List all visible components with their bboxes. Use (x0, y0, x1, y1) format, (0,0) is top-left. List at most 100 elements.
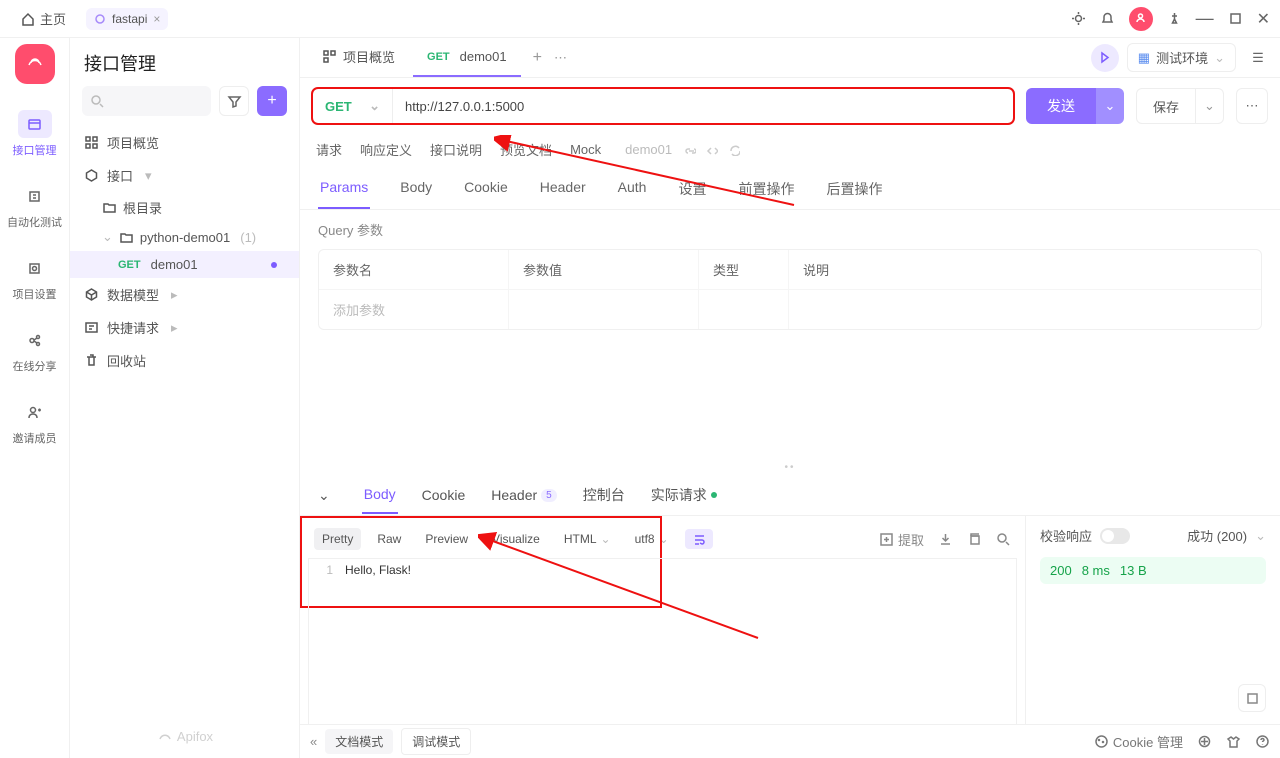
verify-toggle[interactable] (1100, 528, 1130, 544)
add-button[interactable]: + (257, 86, 287, 116)
subtab-response-def[interactable]: 响应定义 (358, 134, 414, 165)
filter-icon (227, 94, 242, 109)
tool-visualize[interactable]: Visualize (484, 528, 548, 550)
tool-extract[interactable]: 提取 (879, 530, 924, 549)
expand-button[interactable] (1238, 684, 1266, 712)
tree-api-item[interactable]: GETdemo01 (70, 251, 299, 278)
reqtab-cookie[interactable]: Cookie (462, 169, 510, 209)
reqtab-header[interactable]: Header (538, 169, 588, 209)
settings-icon[interactable] (1071, 11, 1086, 26)
bell-icon[interactable] (1100, 11, 1115, 26)
method-select[interactable]: GET⌄ (313, 89, 393, 123)
cookie-icon (1094, 734, 1109, 749)
tab-active-api[interactable]: GETdemo01 (413, 38, 521, 77)
target-icon[interactable] (1197, 734, 1212, 749)
tool-preview[interactable]: Preview (417, 528, 476, 550)
mode-debug[interactable]: 调试模式 (401, 728, 471, 755)
tab-overview[interactable]: 项目概览 (308, 38, 409, 77)
subtab-mock[interactable]: Mock (568, 136, 603, 163)
subtab-api-desc[interactable]: 接口说明 (428, 134, 484, 165)
collapse-sidebar[interactable]: « (310, 734, 317, 749)
send-button[interactable]: 发送 (1026, 88, 1096, 124)
project-tab[interactable]: fastapi × (86, 8, 168, 30)
tree-root[interactable]: 根目录 (70, 192, 299, 223)
maximize-icon[interactable] (1228, 11, 1243, 26)
nav-model[interactable]: 数据模型▸ (70, 278, 299, 311)
home-label: 主页 (40, 9, 66, 28)
rail-automation[interactable]: 自动化测试 (7, 176, 63, 236)
drag-handle[interactable]: •• (300, 460, 1280, 475)
refresh-icon[interactable] (728, 144, 740, 156)
reqtab-auth[interactable]: Auth (616, 169, 649, 209)
tree-folder[interactable]: ⌄python-demo01(1) (70, 223, 299, 251)
encoding-select[interactable]: utf8⌄ (627, 528, 677, 550)
resptab-cookie[interactable]: Cookie (420, 477, 468, 513)
save-split[interactable]: ⌄ (1196, 88, 1224, 124)
home-tab[interactable]: 主页 (10, 9, 76, 28)
sidebar: 接口管理 + 项目概览 接口▾ 根目录 ⌄python-demo01(1) GE… (70, 38, 300, 758)
brand-icon (156, 729, 171, 744)
resptab-body[interactable]: Body (362, 476, 398, 514)
nav-overview[interactable]: 项目概览 (70, 126, 299, 159)
subtab-preview[interactable]: 预览文档 (498, 134, 554, 165)
tab-more-button[interactable]: ⋯ (554, 50, 567, 66)
subtab-request[interactable]: 请求 (314, 134, 344, 165)
avatar[interactable] (1129, 7, 1153, 31)
collapse-button[interactable]: ⌄ (318, 487, 330, 504)
copy-icon[interactable] (967, 532, 982, 547)
search-response-icon[interactable] (996, 532, 1011, 547)
reqtab-params[interactable]: Params (318, 169, 370, 209)
more-button[interactable]: ⋯ (1236, 88, 1268, 124)
search-input[interactable] (82, 86, 211, 116)
rail-api-mgmt[interactable]: 接口管理 (7, 104, 63, 164)
share-icon (27, 333, 42, 348)
layout-button[interactable]: ☰ (1244, 44, 1272, 72)
rail-settings[interactable]: 项目设置 (7, 248, 63, 308)
tool-raw[interactable]: Raw (369, 528, 409, 550)
help-icon[interactable] (1255, 734, 1270, 749)
home-icon (20, 11, 35, 26)
close-icon[interactable]: × (153, 12, 160, 26)
chevron-down-icon: ⌄ (369, 98, 380, 114)
nav-quick[interactable]: 快捷请求▸ (70, 311, 299, 344)
rail-label: 自动化测试 (7, 214, 62, 230)
resptab-header[interactable]: Header5 (489, 477, 558, 513)
send-split[interactable]: ⌄ (1096, 88, 1124, 124)
tool-pretty[interactable]: Pretty (314, 528, 361, 550)
new-tab-button[interactable]: + (533, 49, 542, 67)
save-button[interactable]: 保存 (1136, 88, 1196, 124)
chevron-down-icon[interactable]: ⌄ (1255, 528, 1266, 544)
format-select[interactable]: HTML⌄ (556, 528, 619, 550)
run-button[interactable] (1091, 44, 1119, 72)
url-bar: GET⌄ http://127.0.0.1:5000 (312, 88, 1014, 124)
status-time: 8 ms (1082, 563, 1110, 578)
reqtab-post[interactable]: 后置操作 (824, 169, 884, 209)
shirt-icon[interactable] (1226, 734, 1241, 749)
rail-share[interactable]: 在线分享 (7, 320, 63, 380)
pin-icon[interactable] (1167, 11, 1182, 26)
env-select[interactable]: ▦测试环境⌄ (1127, 43, 1236, 72)
filter-button[interactable] (219, 86, 249, 116)
resptab-actual[interactable]: 实际请求 (649, 475, 719, 515)
tool-wrap[interactable] (685, 529, 713, 549)
nav-api[interactable]: 接口▾ (70, 159, 299, 192)
link-icon[interactable] (684, 144, 696, 156)
url-input[interactable]: http://127.0.0.1:5000 (393, 89, 1013, 123)
resptab-console[interactable]: 控制台 (581, 475, 627, 515)
rail-invite[interactable]: 邀请成员 (7, 392, 63, 452)
breadcrumb: demo01 (623, 136, 674, 163)
download-icon[interactable] (938, 532, 953, 547)
reqtab-body[interactable]: Body (398, 169, 434, 209)
minimize-icon[interactable]: — (1196, 8, 1214, 29)
reqtab-settings[interactable]: 设置 (676, 169, 708, 209)
code-icon[interactable] (706, 144, 718, 156)
mode-doc[interactable]: 文档模式 (325, 729, 393, 754)
cookie-mgmt[interactable]: Cookie 管理 (1094, 732, 1183, 751)
bottom-bar: « 文档模式 调试模式 Cookie 管理 (300, 724, 1280, 758)
reqtab-pre[interactable]: 前置操作 (736, 169, 796, 209)
rail-label: 邀请成员 (13, 430, 57, 446)
close-window-icon[interactable]: ✕ (1257, 9, 1270, 29)
add-param[interactable]: 添加参数 (319, 290, 509, 329)
trash-icon (84, 353, 99, 368)
nav-trash[interactable]: 回收站 (70, 344, 299, 377)
